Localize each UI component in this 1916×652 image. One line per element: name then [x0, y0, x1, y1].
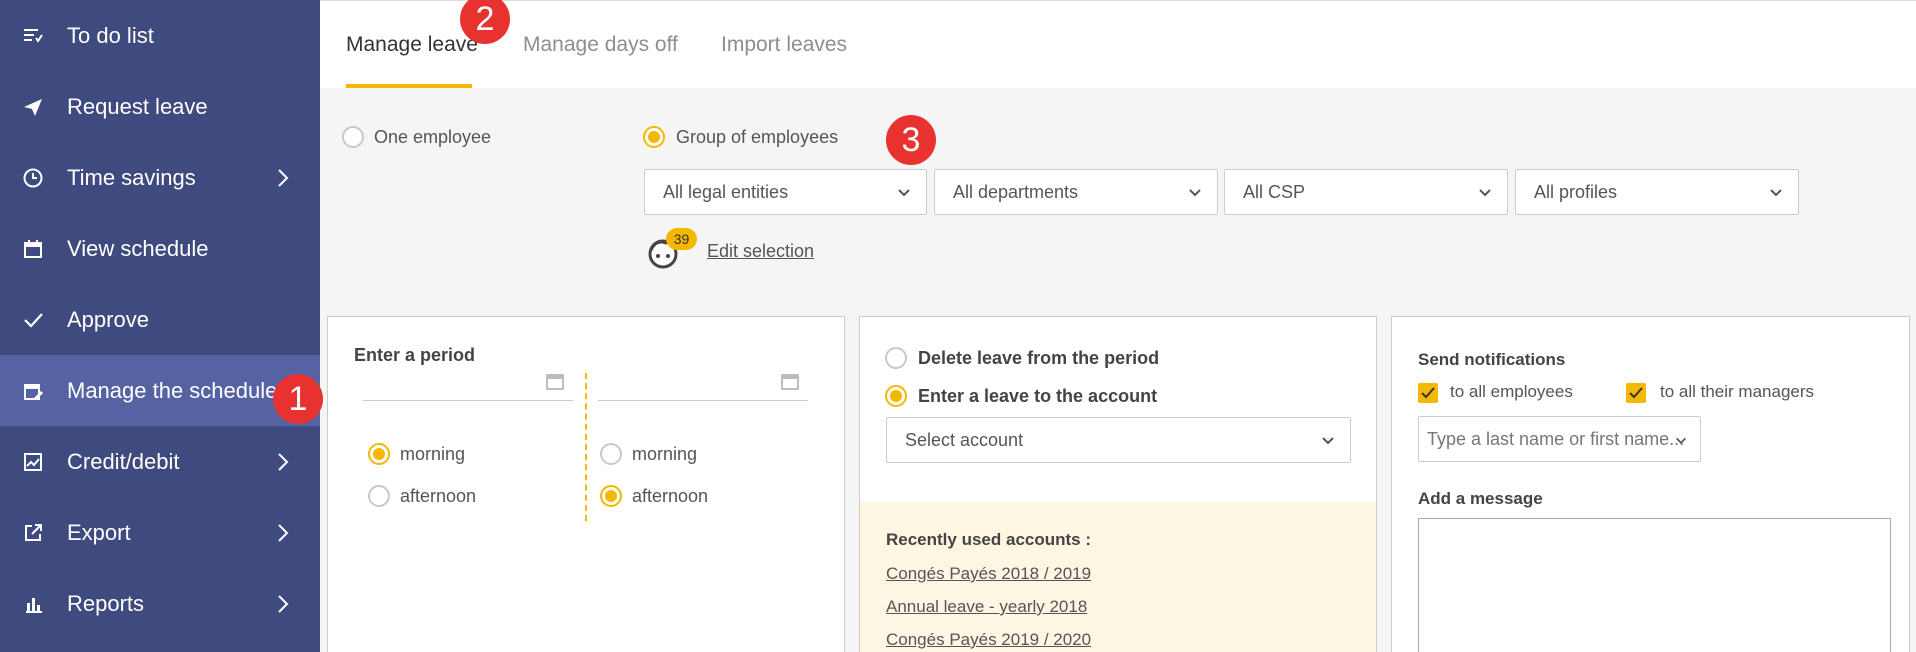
- start-afternoon-label: afternoon: [400, 486, 477, 506]
- end-morning-label: morning: [632, 444, 698, 464]
- tab-manage-days-off[interactable]: Manage days off: [523, 33, 678, 57]
- chevron-down-icon: [1320, 433, 1336, 449]
- notifications-title: Send notifications: [1418, 350, 1566, 369]
- chevron-right-icon: [272, 593, 294, 615]
- recent-accounts-box: Recently used accounts : Congés Payés 20…: [860, 502, 1376, 652]
- message-textarea[interactable]: [1418, 518, 1891, 652]
- sidebar-item-label: Reports: [67, 590, 145, 616]
- calendar-edit-icon: [22, 380, 44, 402]
- select-value: All profiles: [1534, 181, 1618, 202]
- recent-account-link[interactable]: Congés Payés 2019 / 2020: [886, 630, 1091, 650]
- one-employee-label: One employee: [374, 127, 492, 147]
- select-value: Select account: [905, 429, 1024, 450]
- bar-chart-icon: [22, 593, 44, 615]
- tab-import-leaves[interactable]: Import leaves: [721, 33, 847, 57]
- add-message-label: Add a message: [1418, 489, 1543, 508]
- external-link-icon: [22, 522, 44, 544]
- edit-selection-link[interactable]: Edit selection: [707, 241, 814, 262]
- select-value: All CSP: [1243, 181, 1306, 202]
- sidebar-item-to-do-list[interactable]: To do list: [0, 0, 320, 71]
- all-managers-checkbox[interactable]: [1626, 383, 1646, 403]
- period-divider: [585, 373, 587, 521]
- legal-entities-select[interactable]: All legal entities: [644, 169, 927, 215]
- sidebar-item-label: To do list: [67, 22, 154, 48]
- delete-leave-radio[interactable]: [885, 347, 907, 369]
- select-value: All departments: [953, 181, 1079, 202]
- sidebar-item-request-leave[interactable]: Request leave: [0, 71, 320, 142]
- recent-account-link[interactable]: Congés Payés 2018 / 2019: [886, 564, 1091, 584]
- check-icon: [22, 309, 44, 331]
- sidebar-item-view-schedule[interactable]: View schedule: [0, 213, 320, 284]
- clock-icon: [22, 167, 44, 189]
- chevron-right-icon: [272, 167, 294, 189]
- leave-panel: Delete leave from the period Enter a lea…: [859, 316, 1377, 652]
- calendar-icon: [780, 371, 800, 396]
- group-of-employees-label: Group of employees: [676, 127, 839, 147]
- sidebar-item-label: Time savings: [67, 164, 196, 190]
- sidebar-item-label: Manage the schedule: [67, 377, 278, 403]
- tab-manage-leave[interactable]: Manage leave: [346, 33, 478, 57]
- selected-count-badge: 39: [666, 228, 697, 250]
- sidebar-item-credit-debit[interactable]: Credit/debit: [0, 426, 320, 497]
- calendar-icon: [22, 238, 44, 260]
- chevron-down-icon: [1674, 432, 1690, 448]
- sidebar-item-label: Approve: [67, 306, 149, 332]
- callout-badge-3: 3: [886, 115, 936, 165]
- sidebar-item-reports[interactable]: Reports: [0, 568, 320, 639]
- start-date-input[interactable]: [363, 361, 573, 401]
- tab-bar: Manage leave Manage days off Import leav…: [320, 0, 1916, 88]
- chevron-right-icon: [272, 451, 294, 473]
- chevron-down-icon: [1477, 185, 1493, 201]
- csp-select[interactable]: All CSP: [1224, 169, 1508, 215]
- sidebar-item-label: View schedule: [67, 235, 209, 261]
- sidebar-item-label: Request leave: [67, 93, 208, 119]
- list-icon: [22, 25, 44, 47]
- input-placeholder: Type a last name or first name...: [1427, 428, 1685, 449]
- end-morning-radio[interactable]: [600, 443, 622, 465]
- all-managers-label: to all their managers: [1660, 382, 1815, 401]
- enter-leave-label: Enter a leave to the account: [918, 386, 1158, 406]
- one-employee-radio[interactable]: [342, 126, 364, 148]
- calendar-icon: [545, 371, 565, 396]
- sidebar-item-export[interactable]: Export: [0, 497, 320, 568]
- active-tab-indicator: [346, 84, 472, 88]
- select-account-dropdown[interactable]: Select account: [886, 417, 1351, 463]
- send-icon: [22, 96, 44, 118]
- chevron-down-icon: [1187, 185, 1203, 201]
- sidebar-item-label: Export: [67, 519, 131, 545]
- period-panel: Enter a period morning afternoon morning…: [327, 316, 845, 652]
- all-employees-checkbox[interactable]: [1418, 383, 1438, 403]
- start-afternoon-radio[interactable]: [368, 485, 390, 507]
- profiles-select[interactable]: All profiles: [1515, 169, 1799, 215]
- chevron-right-icon: [272, 522, 294, 544]
- sidebar-item-approve[interactable]: Approve: [0, 284, 320, 355]
- chevron-down-icon: [896, 185, 912, 201]
- delete-leave-label: Delete leave from the period: [918, 348, 1160, 368]
- sidebar-item-time-savings[interactable]: Time savings: [0, 142, 320, 213]
- end-afternoon-radio[interactable]: [600, 485, 622, 507]
- callout-badge-1: 1: [273, 374, 323, 424]
- group-of-employees-radio[interactable]: [643, 126, 665, 148]
- enter-leave-radio[interactable]: [885, 385, 907, 407]
- departments-select[interactable]: All departments: [934, 169, 1218, 215]
- sidebar-item-manage-the-schedule[interactable]: Manage the schedule: [0, 355, 320, 426]
- notifications-panel: Send notifications to all employees to a…: [1391, 316, 1910, 652]
- recipient-name-input[interactable]: Type a last name or first name...: [1418, 416, 1701, 462]
- sidebar: To do list Request leave Time savings Vi…: [0, 0, 320, 652]
- start-morning-radio[interactable]: [368, 443, 390, 465]
- recent-accounts-title: Recently used accounts :: [886, 530, 1092, 549]
- chart-box-icon: [22, 451, 44, 473]
- select-value: All legal entities: [663, 181, 789, 202]
- chevron-down-icon: [1768, 185, 1784, 201]
- end-afternoon-label: afternoon: [632, 486, 709, 506]
- end-date-input[interactable]: [598, 361, 808, 401]
- all-employees-label: to all employees: [1450, 382, 1573, 401]
- sidebar-item-label: Credit/debit: [67, 448, 180, 474]
- recent-account-link[interactable]: Annual leave - yearly 2018: [886, 597, 1087, 617]
- start-morning-label: morning: [400, 444, 466, 464]
